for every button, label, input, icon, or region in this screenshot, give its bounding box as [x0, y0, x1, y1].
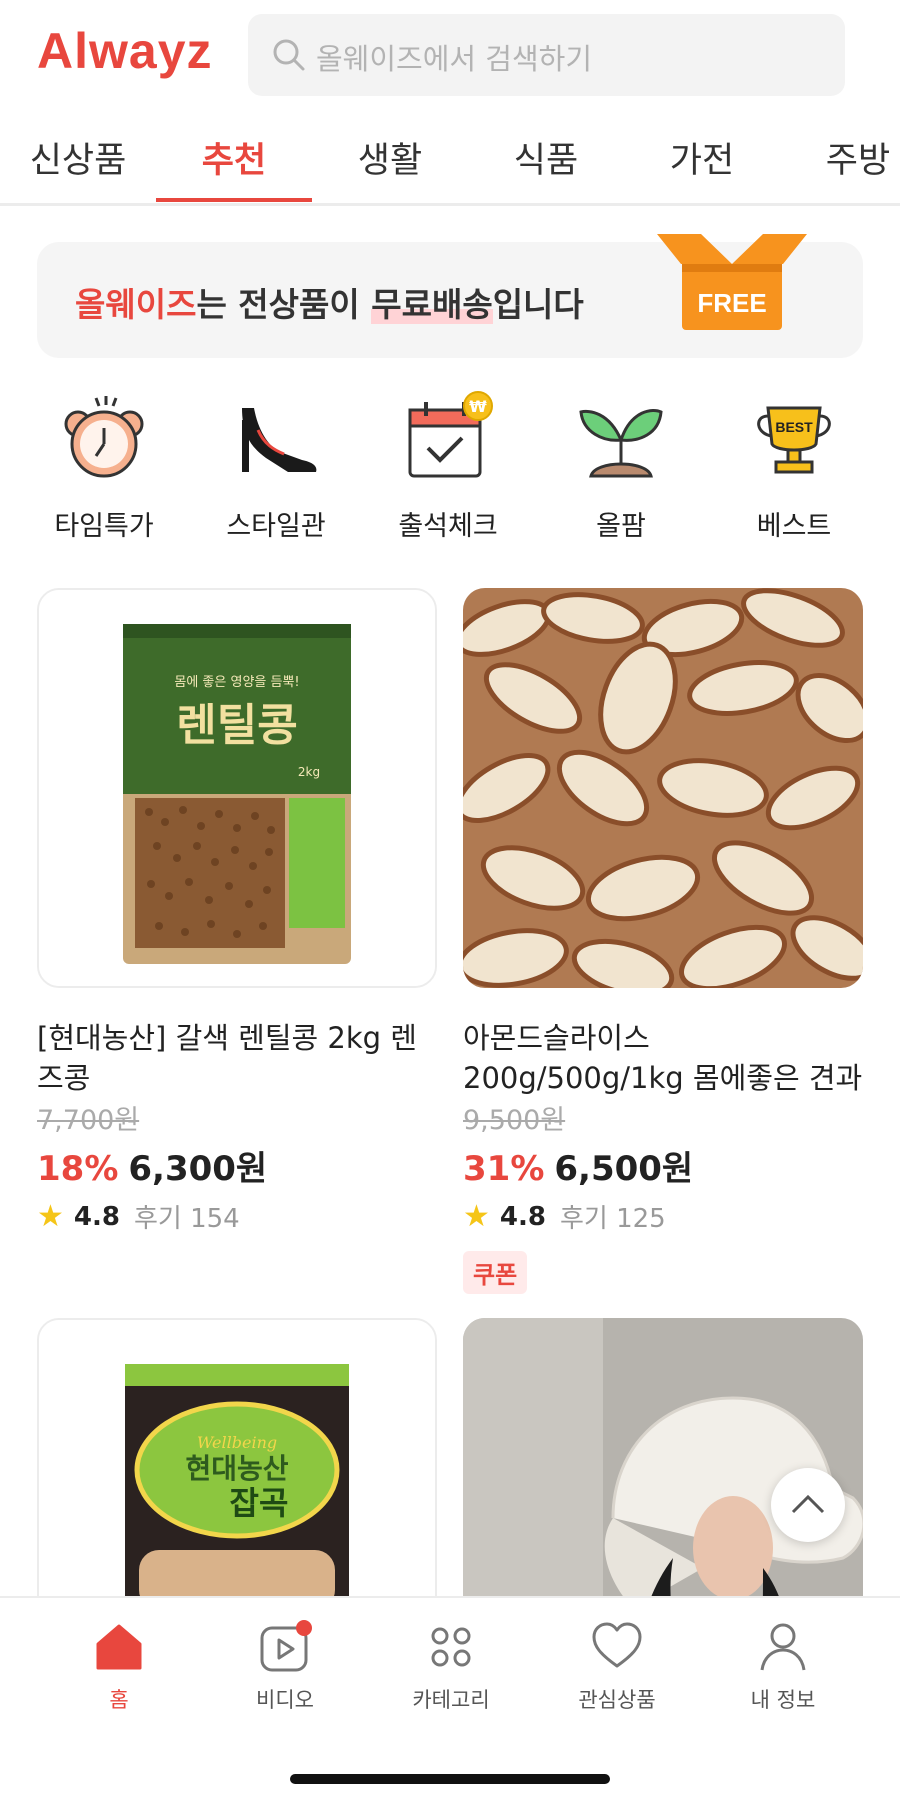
product-name[interactable]: [현대농산] 갈색 렌틸콩 2kg 렌즈콩: [37, 1018, 437, 1098]
banner-text-2: 입니다: [492, 285, 584, 324]
review-count: 후기 154: [133, 1204, 240, 1234]
banner-highlight: 무료배송: [371, 285, 493, 324]
search-icon: [273, 39, 305, 71]
best-trophy-icon: BEST: [757, 406, 831, 474]
svg-text:현대농산: 현대농산: [185, 1452, 288, 1485]
scroll-top-button[interactable]: [771, 1468, 845, 1542]
nav-label: 카테고리: [412, 1688, 490, 1712]
nav-category[interactable]: 카테고리: [368, 1620, 534, 1714]
banner-text: 올웨이즈는 전상품이 무료배송입니다: [75, 278, 584, 326]
nav-video[interactable]: 비디오: [202, 1620, 368, 1714]
app-logo[interactable]: Alwayz: [37, 22, 213, 80]
nav-wishlist[interactable]: 관심상품: [534, 1620, 700, 1714]
lentil-package-image: 몸에 좋은 영양을 듬뿍! 렌틸콩 2kg: [39, 590, 435, 986]
app-header: Alwayz 올웨이즈에서 검색하기: [0, 0, 900, 110]
video-icon: [260, 1620, 312, 1672]
tab-living[interactable]: 생활: [312, 132, 468, 183]
free-box-icon: FREE: [657, 234, 807, 330]
svg-text:Wellbeing: Wellbeing: [197, 1433, 277, 1452]
nav-label: 관심상품: [578, 1688, 656, 1712]
bottom-navigation: 홈 비디오 카테고리 관심상품 내 정보: [0, 1596, 900, 1802]
almond-slices-image: [463, 588, 863, 988]
product-image-lentil[interactable]: 몸에 좋은 영양을 듬뿍! 렌틸콩 2kg: [37, 588, 437, 988]
tab-new[interactable]: 신상품: [0, 132, 156, 183]
sprout-icon: [579, 408, 663, 478]
shortcut-best[interactable]: BEST 베스트: [708, 390, 880, 543]
sale-price: 6,500원: [554, 1149, 694, 1189]
search-bar[interactable]: 올웨이즈에서 검색하기: [248, 14, 845, 96]
category-tabs: 신상품 추천 생활 식품 가전 주방: [0, 118, 900, 206]
heart-icon: [592, 1622, 642, 1668]
svg-text:BEST: BEST: [775, 419, 813, 435]
shortcut-time-deal[interactable]: 타임특가: [18, 390, 190, 543]
product-card[interactable]: 아몬드슬라이스 200g/500g/1kg 몸에좋은 견과류 대용량... 9,…: [463, 588, 863, 1294]
sale-price-line: 31% 6,500원: [463, 1141, 863, 1190]
home-icon: [96, 1624, 142, 1670]
discount-rate: 31%: [463, 1149, 545, 1189]
tab-food[interactable]: 식품: [468, 132, 624, 183]
review-count: 후기 125: [559, 1204, 666, 1234]
chevron-up-icon: [791, 1494, 825, 1514]
sale-price-line: 18% 6,300원: [37, 1141, 437, 1190]
sale-price: 6,300원: [128, 1149, 268, 1189]
tab-recommended[interactable]: 추천: [156, 132, 312, 183]
rating-score: 4.8: [73, 1201, 120, 1232]
search-placeholder: 올웨이즈에서 검색하기: [316, 42, 593, 76]
star-icon: ★: [463, 1199, 490, 1234]
rating-row: ★ 4.8 후기 154: [37, 1198, 437, 1235]
original-price: 9,500원: [463, 1105, 566, 1136]
shortcut-allfarm[interactable]: 올팜: [535, 390, 707, 543]
free-shipping-banner[interactable]: 올웨이즈는 전상품이 무료배송입니다 FREE: [37, 234, 863, 358]
svg-text:잡곡: 잡곡: [230, 1484, 289, 1522]
banner-text-1: 는 전상품이: [196, 285, 372, 324]
product-name[interactable]: 아몬드슬라이스 200g/500g/1kg 몸에좋은 견과류 대용량...: [463, 1018, 863, 1098]
shortcut-style[interactable]: 스타일관: [190, 390, 362, 543]
shortcut-label: 베스트: [756, 511, 832, 542]
nav-my-info[interactable]: 내 정보: [700, 1620, 866, 1714]
star-icon: ★: [37, 1199, 64, 1234]
rating-score: 4.8: [499, 1201, 546, 1232]
shortcut-attendance[interactable]: ₩ 출석체크: [362, 390, 534, 543]
profile-icon: [760, 1623, 806, 1671]
alarm-clock-icon: [64, 396, 144, 478]
free-badge-text: FREE: [697, 288, 766, 318]
nav-label: 내 정보: [750, 1688, 816, 1712]
svg-text:2kg: 2kg: [298, 765, 320, 779]
banner-brand: 올웨이즈: [75, 285, 197, 324]
product-card[interactable]: 몸에 좋은 영양을 듬뿍! 렌틸콩 2kg [현대농산] 갈색 렌틸콩 2kg …: [37, 588, 437, 1235]
svg-text:렌틸콩: 렌틸콩: [176, 700, 297, 751]
calendar-check-icon: ₩: [408, 391, 493, 478]
shortcut-row: 타임특가 스타일관 ₩ 출석체크 올팜 BEST 베스트: [0, 390, 900, 543]
nav-label: 비디오: [256, 1688, 314, 1712]
shortcut-label: 타임특가: [54, 511, 154, 542]
original-price: 7,700원: [37, 1105, 140, 1136]
svg-text:몸에 좋은 영양을 듬뿍!: 몸에 좋은 영양을 듬뿍!: [174, 675, 299, 690]
svg-text:₩: ₩: [469, 397, 487, 416]
discount-rate: 18%: [37, 1149, 119, 1189]
home-indicator: [290, 1774, 610, 1784]
shortcut-label: 스타일관: [226, 511, 326, 542]
shortcut-label: 올팜: [596, 511, 646, 542]
shortcut-label: 출석체크: [398, 511, 498, 542]
nav-label: 홈: [109, 1688, 129, 1712]
nav-home[interactable]: 홈: [36, 1620, 202, 1714]
tab-appliances[interactable]: 가전: [624, 132, 780, 183]
rating-row: ★ 4.8 후기 125: [463, 1198, 863, 1235]
coupon-badge: 쿠폰: [463, 1251, 528, 1294]
high-heel-icon: [242, 408, 317, 472]
active-tab-indicator: [156, 198, 312, 202]
tab-kitchen[interactable]: 주방: [780, 132, 900, 183]
category-icon: [431, 1627, 471, 1667]
product-image-almond[interactable]: [463, 588, 863, 988]
